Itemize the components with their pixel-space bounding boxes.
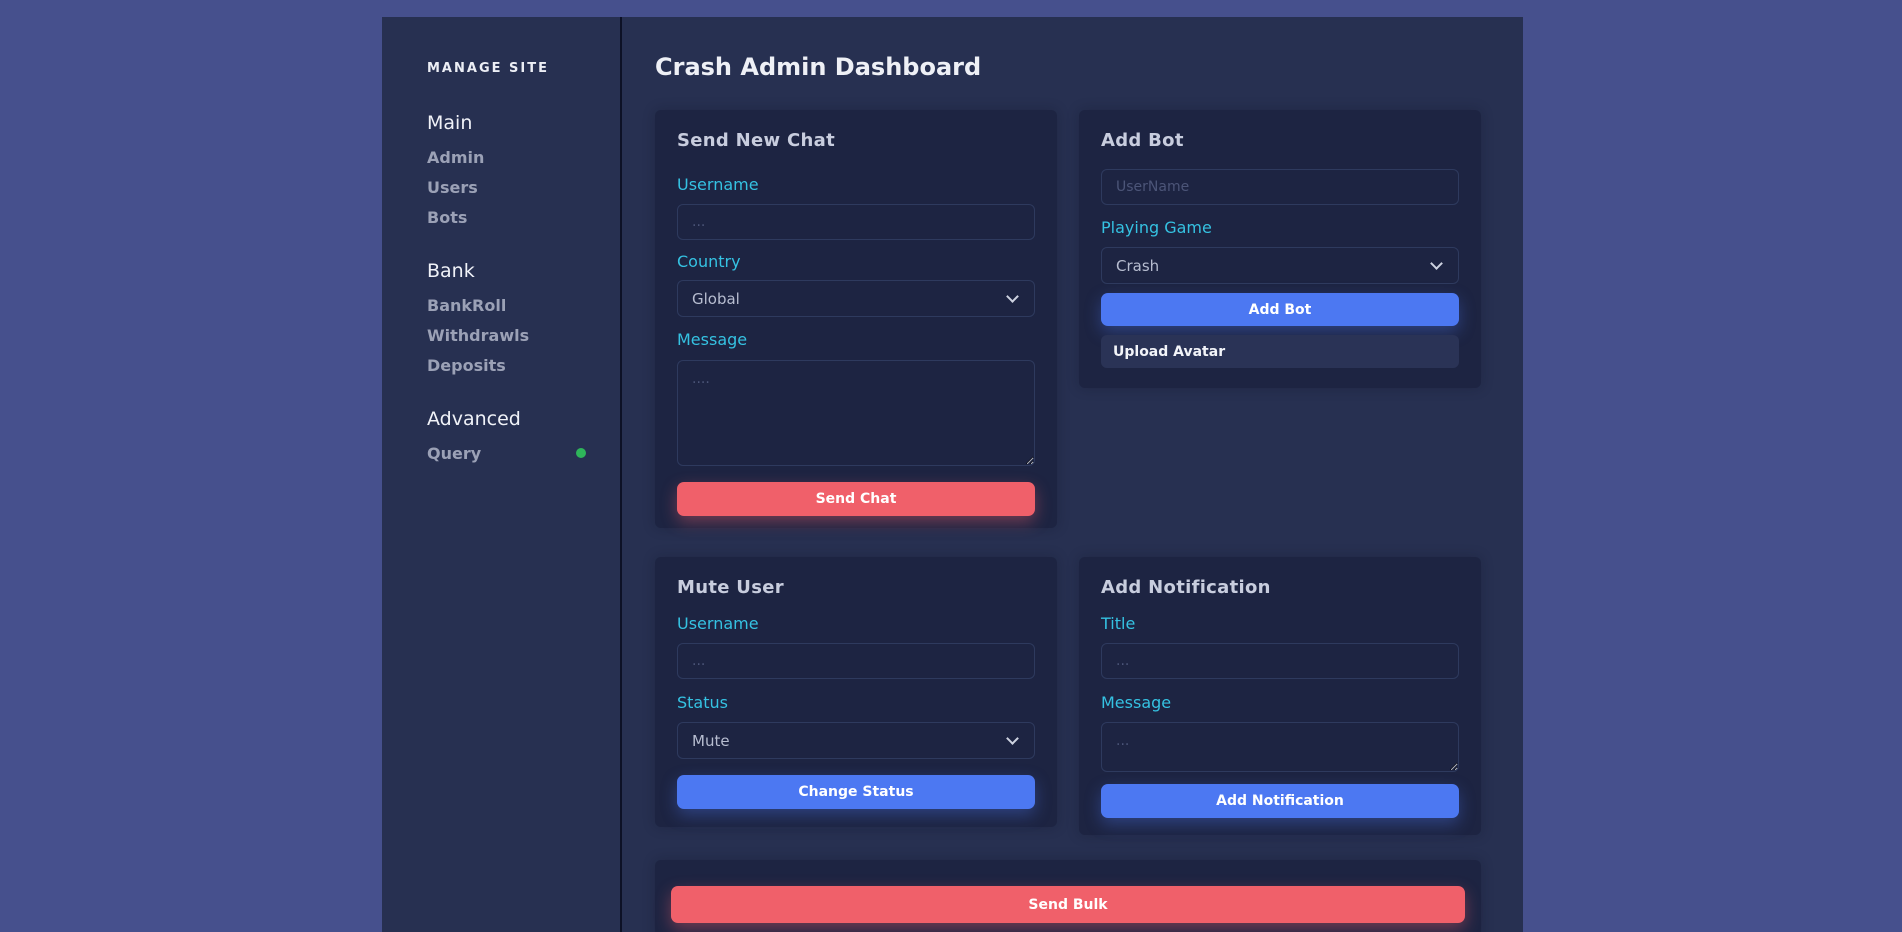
sidebar-item-label: Users <box>427 178 478 197</box>
send-chat-button[interactable]: Send Chat <box>677 482 1035 516</box>
sidebar-item-users[interactable]: Users <box>427 172 586 202</box>
sidebar-item-deposits[interactable]: Deposits <box>427 350 586 380</box>
card-send-bulk: Send Bulk <box>655 860 1481 932</box>
admin-panel: MANAGE SITE Main Admin Users Bots Bank B… <box>382 17 1523 932</box>
username-label: Username <box>677 616 1035 632</box>
sidebar-item-bankroll[interactable]: BankRoll <box>427 290 586 320</box>
add-bot-button[interactable]: Add Bot <box>1101 293 1459 326</box>
playing-game-label: Playing Game <box>1101 220 1459 236</box>
mute-username-input[interactable] <box>677 643 1035 679</box>
game-select-wrapper: Crash <box>1101 247 1459 284</box>
sidebar-item-label: Admin <box>427 148 484 167</box>
card-send-new-chat: Send New Chat Username Country Global Me… <box>655 110 1057 528</box>
bot-username-input[interactable] <box>1101 169 1459 205</box>
playing-game-select[interactable]: Crash <box>1101 247 1459 284</box>
sidebar-item-withdrawls[interactable]: Withdrawls <box>427 320 586 350</box>
chat-username-input[interactable] <box>677 204 1035 240</box>
notification-message-textarea[interactable] <box>1101 722 1459 772</box>
card-title: Add Bot <box>1101 132 1459 150</box>
sidebar-item-label: Bots <box>427 208 467 227</box>
status-select[interactable]: Mute <box>677 722 1035 759</box>
chat-message-textarea[interactable] <box>677 360 1035 466</box>
sidebar-brand: MANAGE SITE <box>427 61 586 76</box>
sidebar: MANAGE SITE Main Admin Users Bots Bank B… <box>382 17 622 932</box>
upload-avatar-label: Upload Avatar <box>1113 344 1225 360</box>
country-select[interactable]: Global <box>677 280 1035 317</box>
card-mute-user: Mute User Username Status Mute Change St… <box>655 557 1057 827</box>
username-label: Username <box>677 177 1035 193</box>
notification-title-input[interactable] <box>1101 643 1459 679</box>
nav-section-bank: Bank <box>427 260 586 282</box>
country-label: Country <box>677 254 1035 270</box>
message-label: Message <box>1101 695 1459 711</box>
card-title: Mute User <box>677 579 1035 597</box>
sidebar-item-label: Query <box>427 444 481 463</box>
status-label: Status <box>677 695 1035 711</box>
page-title: Crash Admin Dashboard <box>655 53 981 81</box>
add-notification-button[interactable]: Add Notification <box>1101 784 1459 818</box>
status-select-wrapper: Mute <box>677 722 1035 759</box>
sidebar-item-label: Withdrawls <box>427 326 529 345</box>
country-select-wrapper: Global <box>677 280 1035 317</box>
card-title: Send New Chat <box>677 132 1035 150</box>
online-status-dot-icon <box>576 448 586 458</box>
title-label: Title <box>1101 616 1459 632</box>
upload-avatar-file-input[interactable]: Upload Avatar <box>1101 335 1459 368</box>
card-title: Add Notification <box>1101 579 1459 597</box>
nav-section-advanced: Advanced <box>427 408 586 430</box>
card-add-notification: Add Notification Title Message Add Notif… <box>1079 557 1481 835</box>
card-add-bot: Add Bot Playing Game Crash Add Bot Uploa… <box>1079 110 1481 388</box>
nav-section-main: Main <box>427 112 586 134</box>
sidebar-item-label: BankRoll <box>427 296 506 315</box>
sidebar-item-admin[interactable]: Admin <box>427 142 586 172</box>
send-bulk-button[interactable]: Send Bulk <box>671 886 1465 923</box>
message-label: Message <box>677 332 1035 348</box>
sidebar-item-bots[interactable]: Bots <box>427 202 586 232</box>
sidebar-item-label: Deposits <box>427 356 506 375</box>
change-status-button[interactable]: Change Status <box>677 775 1035 809</box>
sidebar-item-query[interactable]: Query <box>427 438 586 468</box>
